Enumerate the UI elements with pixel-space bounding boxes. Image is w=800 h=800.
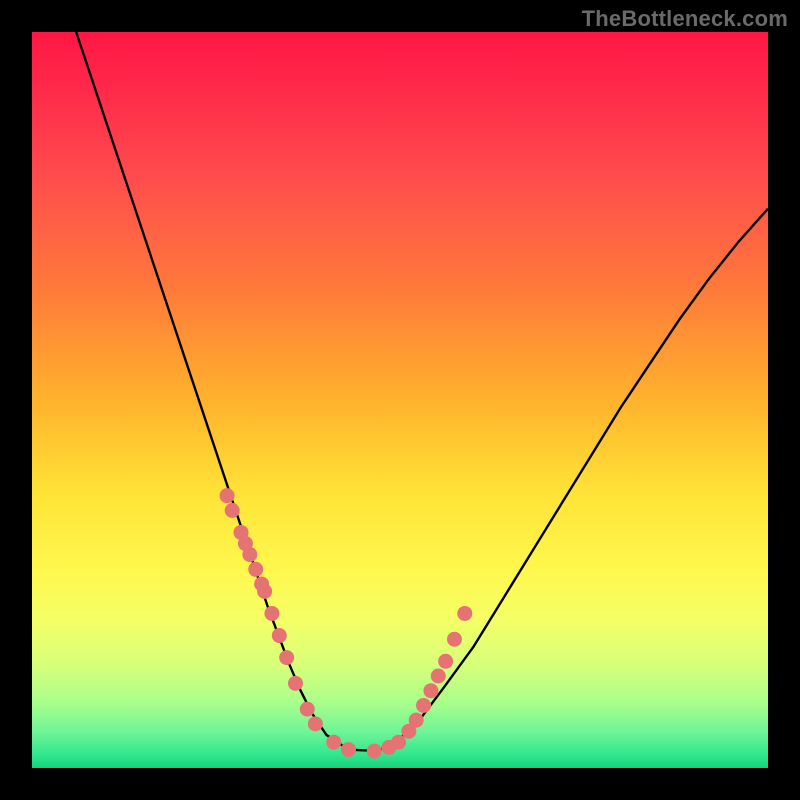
sample-dot xyxy=(391,735,406,750)
sample-dot xyxy=(416,698,431,713)
sample-dot xyxy=(367,744,382,759)
sample-dot xyxy=(326,735,341,750)
sample-dot xyxy=(220,488,235,503)
sample-dot xyxy=(272,628,287,643)
sample-dot xyxy=(248,562,263,577)
sample-dot xyxy=(308,716,323,731)
sample-dot xyxy=(300,702,315,717)
sample-dot xyxy=(242,547,257,562)
sample-dot xyxy=(423,683,438,698)
sample-dot xyxy=(431,669,446,684)
sample-dot xyxy=(225,503,240,518)
sample-dot xyxy=(288,676,303,691)
bottleneck-chart xyxy=(0,0,800,800)
sample-dot xyxy=(447,632,462,647)
sample-dot xyxy=(264,606,279,621)
chart-stage: TheBottleneck.com xyxy=(0,0,800,800)
sample-dot xyxy=(409,713,424,728)
sample-dot xyxy=(341,742,356,757)
sample-dot xyxy=(457,606,472,621)
sample-dot xyxy=(438,654,453,669)
sample-dot xyxy=(279,650,294,665)
sample-dot xyxy=(257,584,272,599)
gradient-panel xyxy=(32,32,768,768)
